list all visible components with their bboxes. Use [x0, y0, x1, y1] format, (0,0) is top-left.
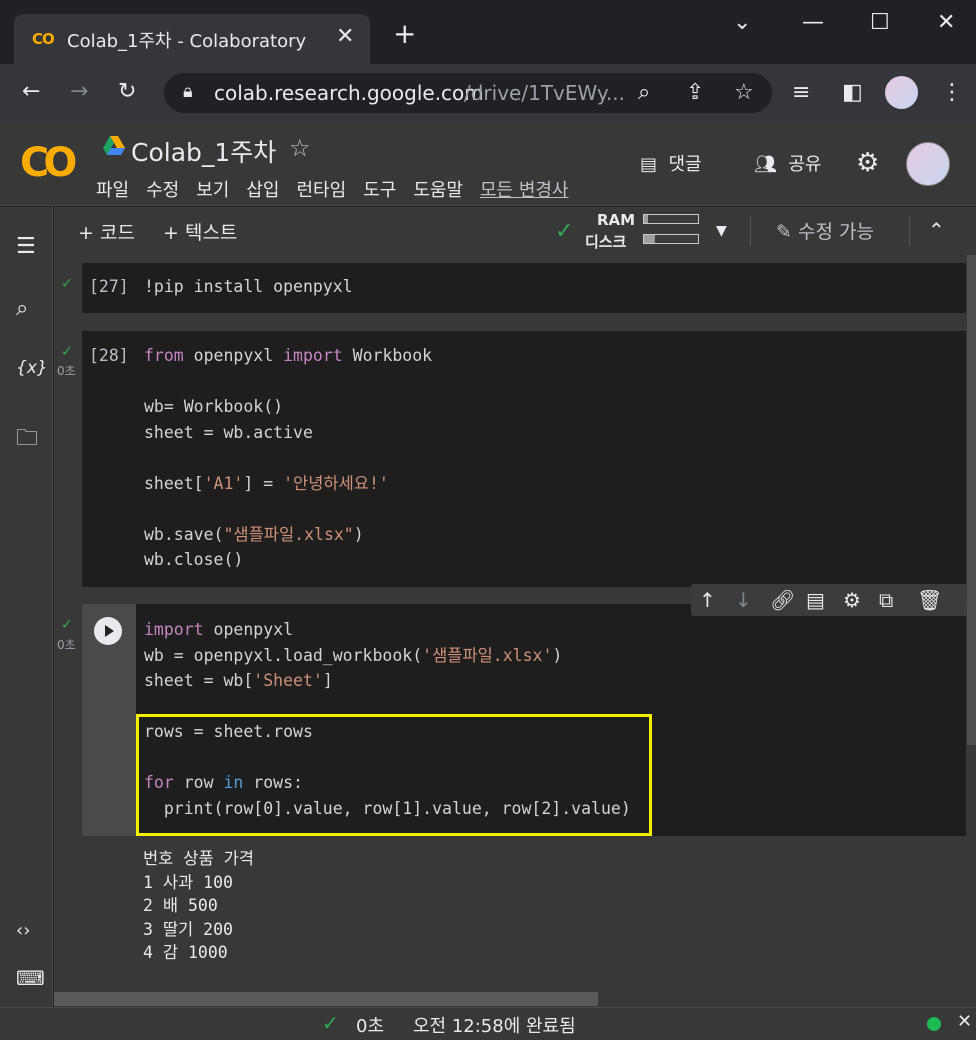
pencil-icon: ✎ — [776, 221, 792, 243]
url-path: /drive/1TvEWy... — [464, 81, 624, 105]
maximize-icon[interactable]: ☐ — [870, 10, 890, 35]
side-panel-icon[interactable]: ◧ — [842, 80, 863, 105]
cell-code-editor[interactable]: from openpyxl import Workbook wb= Workbo… — [144, 343, 432, 573]
mirror-cell-icon[interactable]: ⧉ — [879, 588, 893, 612]
browser-menu-icon[interactable]: ⋮ — [941, 80, 963, 105]
output-line: 1 사과 100 — [143, 873, 233, 892]
cell-success-check-icon: ✓ — [61, 344, 73, 360]
edit-mode-button[interactable]: ✎ 수정 가능 — [776, 217, 874, 244]
back-icon[interactable]: ← — [22, 79, 40, 104]
move-cell-down-icon[interactable]: ↓ — [735, 588, 752, 612]
ram-label: RAM — [597, 211, 636, 229]
star-icon[interactable]: ☆ — [289, 134, 311, 162]
browser-tab[interactable]: CO Colab_1주차 - Colaboratory ✕ — [14, 14, 370, 64]
collapse-header-icon[interactable]: ⌃ — [928, 218, 945, 242]
vertical-scrollbar[interactable] — [967, 255, 976, 745]
search-icon[interactable]: ⌕ — [16, 296, 28, 321]
cell-execution-count: [27] — [89, 277, 129, 296]
move-cell-up-icon[interactable]: ↑ — [699, 588, 716, 612]
horizontal-scrollbar[interactable] — [54, 992, 598, 1006]
people-icon: 👥︎ — [754, 154, 777, 175]
cell-duration: 0초 — [57, 638, 76, 652]
link-to-cell-icon[interactable]: 🔗︎ — [770, 588, 795, 612]
cell-code-line[interactable]: !pip install openpyxl — [144, 274, 353, 300]
comment-icon: ▤ — [640, 154, 658, 175]
menu-insert[interactable]: 삽입 — [246, 176, 279, 202]
status-message: 오전 12:58에 완료됨 — [413, 1016, 576, 1037]
run-cell-button[interactable] — [94, 617, 122, 645]
notebook-title[interactable]: Colab_1주차 — [131, 133, 276, 169]
forward-icon[interactable]: → — [70, 79, 88, 104]
bookmark-star-icon[interactable]: ☆ — [734, 80, 754, 105]
add-code-button[interactable]: + 코드 — [78, 218, 135, 245]
output-line: 3 딸기 200 — [143, 920, 233, 939]
comment-button[interactable]: ▤ 댓글 — [640, 150, 702, 176]
files-folder-icon[interactable]: 🗀 — [16, 421, 38, 459]
window-close-icon[interactable]: ✕ — [937, 10, 955, 35]
menu-file[interactable]: 파일 — [96, 176, 129, 202]
cell-settings-gear-icon[interactable]: ⚙ — [843, 588, 861, 612]
cell-output: 번호 상품 가격 1 사과 100 2 배 500 3 딸기 200 4 감 1… — [82, 836, 966, 976]
toolbar-divider — [909, 216, 910, 246]
menu-edit[interactable]: 수정 — [146, 176, 179, 202]
add-comment-icon[interactable]: ▤ — [806, 588, 825, 612]
runtime-connected-check-icon: ✓ — [555, 219, 574, 244]
highlight-box — [136, 714, 652, 836]
output-line: 번호 상품 가격 — [143, 849, 254, 868]
media-control-icon[interactable]: ≡ — [792, 80, 810, 105]
code-snippets-icon[interactable]: ‹› — [16, 920, 30, 941]
tab-close-icon[interactable]: ✕ — [336, 24, 354, 49]
cell-success-check-icon: ✓ — [61, 617, 73, 633]
variables-icon[interactable]: {x} — [16, 358, 48, 378]
cell-duration: 0초 — [57, 364, 76, 378]
share-page-icon[interactable]: ⇪ — [686, 80, 704, 105]
command-palette-icon[interactable]: ⌨ — [16, 966, 45, 990]
all-changes-saved-link[interactable]: 모든 변경사 — [480, 176, 569, 202]
output-line: 2 배 500 — [143, 896, 218, 915]
status-close-icon[interactable]: ✕ — [957, 1011, 972, 1032]
disk-meter[interactable] — [643, 234, 699, 244]
google-drive-icon[interactable] — [103, 136, 125, 156]
disk-label: 디스크 — [585, 233, 627, 251]
menu-view[interactable]: 보기 — [196, 176, 229, 202]
add-text-button[interactable]: + 텍스트 — [163, 218, 237, 245]
menu-help[interactable]: 도움말 — [413, 176, 463, 202]
output-line: 4 감 1000 — [143, 943, 228, 962]
settings-gear-icon[interactable]: ⚙ — [856, 148, 879, 178]
cell-execution-count: [28] — [89, 346, 129, 365]
reload-icon[interactable]: ↻ — [118, 79, 136, 104]
zoom-icon[interactable]: ⌕ — [638, 80, 650, 105]
browser-profile-avatar[interactable] — [885, 76, 918, 109]
comment-label: 댓글 — [668, 154, 702, 175]
new-tab-icon[interactable]: + — [393, 20, 416, 48]
lock-icon[interactable]: 🔒︎ — [183, 81, 193, 102]
share-button[interactable]: 👥︎ 공유 — [754, 150, 821, 176]
menu-tools[interactable]: 도구 — [363, 176, 396, 202]
edit-mode-label: 수정 가능 — [797, 221, 874, 243]
cell-success-check-icon: ✓ — [61, 276, 73, 292]
ram-meter-fill — [644, 215, 649, 223]
ram-meter[interactable] — [643, 214, 699, 224]
status-check-icon: ✓ — [322, 1011, 339, 1035]
status-execution-time: 0초 — [356, 1016, 385, 1037]
tab-title: Colab_1주차 - Colaboratory — [67, 31, 307, 52]
table-of-contents-icon[interactable]: ☰ — [16, 234, 36, 259]
menu-bar: 파일 수정 보기 삽입 런타임 도구 도움말 모든 변경사 — [96, 176, 586, 202]
share-label: 공유 — [788, 154, 822, 175]
toolbar-divider — [750, 216, 751, 246]
colab-favicon-icon: CO — [32, 30, 55, 48]
runtime-dropdown-icon[interactable]: ▼ — [716, 223, 727, 239]
url-host: colab.research.google.com — [214, 81, 484, 105]
delete-cell-icon[interactable]: 🗑︎ — [917, 588, 942, 612]
colab-logo[interactable]: CO — [20, 140, 77, 186]
minimize-icon[interactable]: — — [802, 10, 824, 35]
avatar[interactable] — [906, 142, 950, 186]
connection-status-dot — [927, 1017, 941, 1031]
disk-meter-fill — [644, 235, 655, 243]
side-rail — [0, 207, 53, 1007]
tab-search-icon[interactable]: ⌄ — [733, 10, 751, 35]
menu-runtime[interactable]: 런타임 — [297, 176, 347, 202]
